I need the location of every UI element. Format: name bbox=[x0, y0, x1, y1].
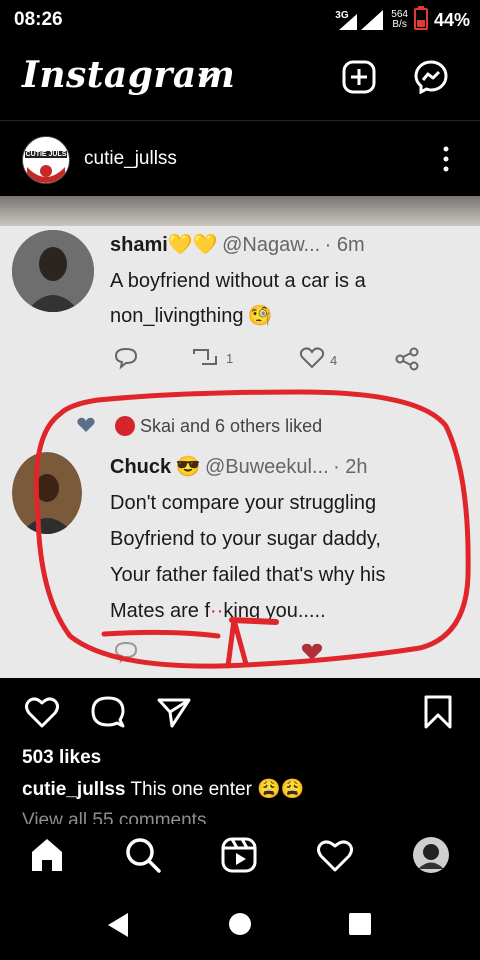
weary-emoji-icon: 😩😩 bbox=[257, 779, 305, 800]
post-username[interactable]: cutie_jullss bbox=[84, 148, 177, 170]
messenger-icon[interactable] bbox=[414, 60, 448, 94]
share-plane-icon[interactable] bbox=[156, 694, 192, 730]
app-header: Instagram bbox=[0, 50, 480, 110]
back-icon[interactable] bbox=[106, 912, 130, 938]
status-right: 3G 564 B/s 44% bbox=[335, 4, 470, 36]
header-divider bbox=[0, 120, 480, 121]
status-bar: 08:26 3G 564 B/s 44% bbox=[0, 0, 480, 40]
network-speed: 564 B/s bbox=[391, 9, 408, 30]
post-caption: cutie_jullss This one enter 😩😩 bbox=[22, 777, 305, 801]
battery-percent: 44% bbox=[433, 9, 470, 30]
home-icon[interactable] bbox=[28, 836, 66, 874]
system-nav-bar bbox=[0, 888, 480, 960]
signal-icon: 3G bbox=[335, 8, 385, 32]
avatar-text: CUTIE JULS bbox=[25, 151, 67, 158]
red-annotation-icon bbox=[33, 389, 471, 669]
view-comments-link[interactable]: View all 55 comments bbox=[22, 810, 206, 824]
new-post-icon[interactable] bbox=[342, 60, 376, 94]
more-options-icon[interactable] bbox=[438, 144, 454, 174]
recents-icon[interactable] bbox=[348, 912, 372, 936]
bookmark-icon[interactable] bbox=[420, 694, 456, 730]
reels-icon[interactable] bbox=[220, 836, 258, 874]
caption-text: This one enter bbox=[130, 779, 252, 800]
post-avatar[interactable]: CUTIE JULS bbox=[22, 136, 70, 184]
likes-count[interactable]: 503 likes bbox=[22, 747, 101, 769]
activity-heart-icon[interactable] bbox=[316, 836, 354, 874]
like-heart-icon[interactable] bbox=[24, 694, 60, 730]
profile-avatar-icon[interactable] bbox=[412, 836, 450, 874]
post-image[interactable]: shami💛💛 @Nagaw... · 6m A boyfriend witho… bbox=[0, 196, 480, 678]
bottom-nav bbox=[0, 828, 480, 888]
caption-username[interactable]: cutie_jullss bbox=[22, 779, 126, 800]
search-icon[interactable] bbox=[124, 836, 162, 874]
chevron-down-icon[interactable] bbox=[197, 72, 215, 84]
status-time: 08:26 bbox=[14, 9, 63, 30]
battery-icon bbox=[413, 5, 428, 35]
home-circle-icon[interactable] bbox=[228, 912, 252, 936]
comment-icon[interactable] bbox=[90, 694, 126, 730]
